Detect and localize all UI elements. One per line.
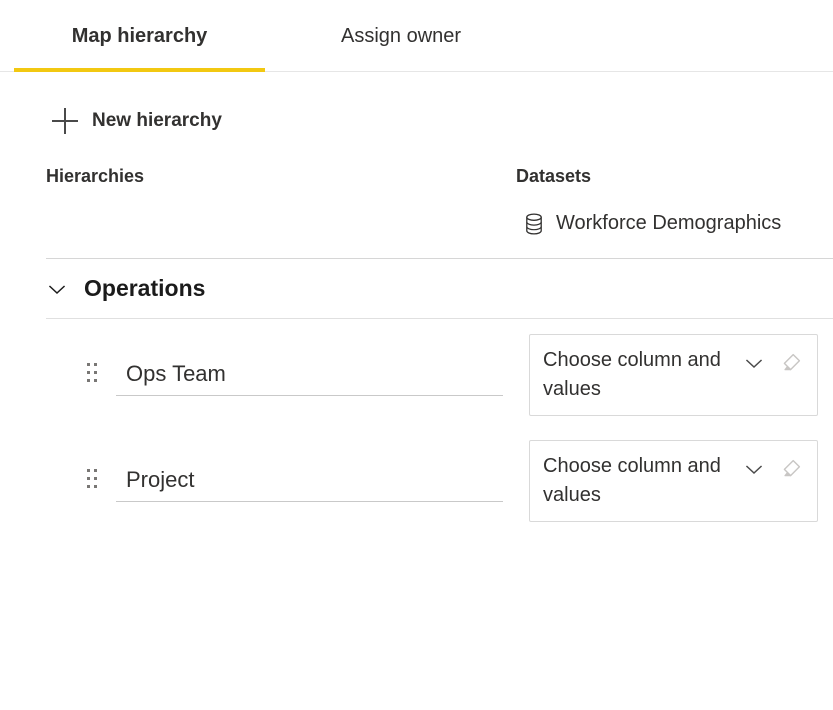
column-values-chooser[interactable]: Choose column and values	[529, 440, 818, 522]
chevron-down-icon[interactable]	[743, 458, 765, 480]
chevron-down-icon[interactable]	[46, 278, 68, 300]
level-name-input[interactable]	[116, 356, 503, 396]
new-hierarchy-label: New hierarchy	[92, 110, 222, 132]
plus-icon	[52, 108, 78, 134]
hierarchies-column-heading: Hierarchies	[46, 166, 144, 187]
divider-below-group	[46, 318, 833, 319]
tab-map-hierarchy-label: Map hierarchy	[72, 23, 208, 49]
eraser-icon[interactable]	[779, 457, 803, 481]
hierarchy-group-operations[interactable]: Operations	[46, 275, 205, 302]
tab-bar: Map hierarchy Assign owner	[0, 0, 833, 72]
tab-map-hierarchy[interactable]: Map hierarchy	[14, 0, 265, 71]
dataset-label: Workforce Demographics	[556, 212, 781, 235]
drag-handle-icon[interactable]	[87, 469, 97, 488]
tab-assign-owner[interactable]: Assign owner	[325, 0, 477, 71]
new-hierarchy-button[interactable]: New hierarchy	[52, 108, 222, 134]
drag-handle-icon[interactable]	[87, 363, 97, 382]
chevron-down-icon[interactable]	[743, 352, 765, 374]
column-values-chooser-label: Choose column and values	[543, 452, 743, 510]
datasets-column-heading: Datasets	[516, 166, 591, 187]
divider-above-group	[46, 258, 833, 259]
database-icon	[524, 213, 544, 235]
column-values-chooser-label: Choose column and values	[543, 346, 743, 404]
level-name-input[interactable]	[116, 462, 503, 502]
column-values-chooser[interactable]: Choose column and values	[529, 334, 818, 416]
dataset-item-workforce-demographics[interactable]: Workforce Demographics	[524, 212, 781, 235]
eraser-icon[interactable]	[779, 351, 803, 375]
tab-assign-owner-label: Assign owner	[341, 23, 461, 49]
hierarchy-group-title: Operations	[84, 275, 205, 302]
